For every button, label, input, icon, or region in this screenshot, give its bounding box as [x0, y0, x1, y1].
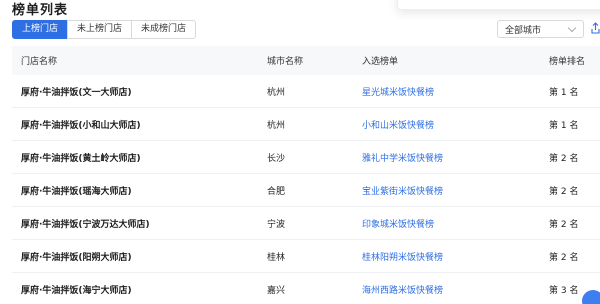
table-row: 厚府·牛油拌饭(宁波万达大师店) 宁波 印象城米饭快餐榜 第 2 名 [12, 207, 600, 240]
store-name: 厚府·牛油拌饭(文一大师店) [21, 87, 132, 98]
help-chat-bubble[interactable] [582, 290, 600, 304]
tab-group: 上榜门店 未上榜门店 未成榜门店 [12, 20, 197, 39]
table-header: 门店名称 城市名称 入选榜单 榜单排名 [12, 46, 600, 75]
list-rank: 第 2 名 [549, 252, 579, 263]
store-name: 厚府·牛油拌饭(黄土岭大师店) [21, 153, 141, 164]
table-row: 厚府·牛油拌饭(小和山大师店) 杭州 小和山米饭快餐榜 第 1 名 [12, 108, 600, 141]
table-row: 厚府·牛油拌饭(海宁大师店) 嘉兴 海州西路米饭快餐榜 第 3 名 [12, 273, 600, 304]
table-row: 厚府·牛油拌饭(瑶海大师店) 合肥 宝业紫街米饭快餐榜 第 2 名 [12, 174, 600, 207]
city-name: 合肥 [267, 186, 286, 197]
selected-list-link[interactable]: 宝业紫街米饭快餐榜 [362, 184, 443, 197]
store-name: 厚府·牛油拌饭(阳朔大师店) [21, 252, 132, 263]
city-name: 嘉兴 [267, 285, 286, 296]
ranking-table: 门店名称 城市名称 入选榜单 榜单排名 厚府·牛油拌饭(文一大师店) 杭州 星光… [12, 46, 600, 304]
list-rank: 第 2 名 [549, 186, 579, 197]
table-row: 厚府·牛油拌饭(黄土岭大师店) 长沙 雅礼中学米饭快餐榜 第 2 名 [12, 141, 600, 174]
selected-list-link[interactable]: 星光城米饭快餐榜 [362, 85, 434, 98]
popover-panel [397, 0, 600, 10]
chevron-down-icon [567, 23, 577, 33]
list-rank: 第 1 名 [549, 120, 579, 131]
store-name: 厚府·牛油拌饭(海宁大师店) [21, 285, 132, 296]
city-name: 桂林 [267, 252, 286, 263]
table-row: 厚府·牛油拌饭(阳朔大师店) 桂林 桂林阳朔米饭快餐榜 第 2 名 [12, 240, 600, 273]
table-row: 厚府·牛油拌饭(文一大师店) 杭州 星光城米饭快餐榜 第 1 名 [12, 75, 600, 108]
list-rank: 第 2 名 [549, 153, 579, 164]
store-name: 厚府·牛油拌饭(瑶海大师店) [21, 186, 132, 197]
selected-list-link[interactable]: 小和山米饭快餐榜 [362, 118, 434, 131]
header-city-name: 城市名称 [267, 57, 304, 67]
header-store-name: 门店名称 [21, 57, 58, 67]
list-rank: 第 2 名 [549, 219, 579, 230]
city-name: 杭州 [267, 120, 286, 131]
list-rank: 第 1 名 [549, 87, 579, 98]
selected-list-link[interactable]: 桂林阳朔米饭快餐榜 [362, 250, 443, 263]
store-name: 厚府·牛油拌饭(小和山大师店) [21, 120, 141, 131]
store-name: 厚府·牛油拌饭(宁波万达大师店) [21, 219, 150, 230]
city-select[interactable]: 全部城市 [497, 20, 584, 38]
selected-list-link[interactable]: 雅礼中学米饭快餐榜 [362, 151, 443, 164]
export-icon[interactable] [591, 22, 600, 34]
tab-unlisted-stores[interactable]: 未上榜门店 [67, 20, 133, 39]
header-selected-list: 入选榜单 [362, 57, 399, 67]
selected-list-link[interactable]: 印象城米饭快餐榜 [362, 217, 434, 230]
tab-listed-stores[interactable]: 上榜门店 [12, 20, 69, 39]
tab-unformed-stores[interactable]: 未成榜门店 [131, 20, 197, 39]
city-select-value: 全部城市 [505, 25, 542, 36]
header-list-rank: 榜单排名 [549, 57, 586, 67]
city-name: 长沙 [267, 153, 286, 164]
city-name: 宁波 [267, 219, 286, 230]
city-name: 杭州 [267, 87, 286, 98]
list-rank: 第 3 名 [549, 285, 579, 296]
page-title: 榜单列表 [12, 3, 69, 18]
selected-list-link[interactable]: 海州西路米饭快餐榜 [362, 283, 443, 296]
